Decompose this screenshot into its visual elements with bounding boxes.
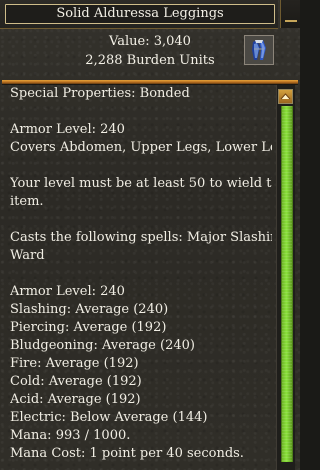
detail-line-spells: Casts the following spells: Major Slashi…	[10, 230, 272, 245]
detail-line-piercing: Piercing: Average (192)	[10, 320, 167, 335]
detail-spacer	[10, 157, 272, 175]
detail-line-fire: Fire: Average (192)	[10, 356, 139, 371]
detail-line-acid: Acid: Average (192)	[10, 392, 141, 407]
detail-line-bludgeoning: Bludgeoning: Average (240)	[10, 338, 195, 353]
details-scrollbar[interactable]	[276, 85, 295, 470]
scroll-thumb[interactable]	[282, 106, 292, 462]
scroll-track[interactable]	[281, 106, 293, 462]
detail-line-mana-cost: Mana Cost: 1 point per 40 seconds.	[10, 446, 244, 461]
detail-line-cold: Cold: Average (192)	[10, 374, 142, 389]
detail-line-level-requirement: Your level must be at least 50 to wield …	[10, 176, 272, 191]
window-title: Solid Alduressa Leggings	[5, 4, 275, 24]
detail-line-coverage: Covers Abdomen, Upper Legs, Lower Legs	[10, 140, 272, 155]
leggings-icon	[244, 35, 274, 65]
item-summary: Value: 3,040 2,288 Burden Units	[0, 28, 300, 80]
detail-line-armor-level: Armor Level: 240	[10, 122, 125, 137]
minimize-button[interactable]	[280, 0, 300, 28]
item-info-window: Solid Alduressa Leggings Value: 3,040 2,…	[0, 0, 300, 470]
item-details: Special Properties: Bonded Armor Level: …	[10, 85, 272, 470]
detail-line-slashing: Slashing: Average (240)	[10, 302, 169, 317]
detail-line-mana: Mana: 993 / 1000.	[10, 428, 131, 443]
detail-spacer	[10, 211, 272, 229]
detail-line-level-requirement-continued: item.	[10, 194, 44, 209]
detail-line-spells-continued: Ward	[10, 248, 45, 263]
window-titlebar: Solid Alduressa Leggings	[0, 0, 278, 29]
detail-spacer	[10, 265, 272, 283]
section-divider	[2, 80, 298, 84]
detail-spacer	[10, 103, 272, 121]
scroll-up-button[interactable]	[278, 89, 293, 104]
minimize-icon	[285, 20, 297, 22]
detail-line-electric: Electric: Below Average (144)	[10, 410, 208, 425]
detail-line-special-properties: Special Properties: Bonded	[10, 86, 190, 101]
detail-line-armor-stat: Armor Level: 240	[10, 284, 125, 299]
